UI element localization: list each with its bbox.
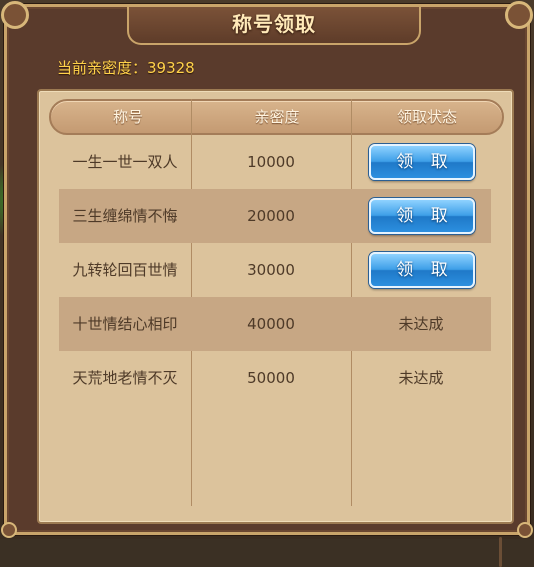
- corner-ornament-icon: [505, 1, 533, 29]
- table-row: 天荒地老情不灭 50000 未达成: [59, 351, 491, 405]
- row-title: 九转轮回百世情: [72, 261, 178, 279]
- row-status-cell: 领 取: [351, 243, 491, 297]
- row-intimacy: 50000: [247, 369, 295, 387]
- table-row: 三生缠绵情不悔 20000 领 取: [59, 189, 491, 243]
- row-status-text: 未达成: [398, 315, 444, 333]
- row-intimacy: 20000: [247, 207, 295, 225]
- row-status-text: 未达成: [398, 369, 444, 387]
- corner-ornament-icon: [1, 522, 17, 538]
- dialog-title: 称号领取: [127, 7, 421, 45]
- table-row: 九转轮回百世情 30000 领 取: [59, 243, 491, 297]
- row-intimacy: 30000: [247, 261, 295, 279]
- row-title: 一生一世一双人: [72, 153, 178, 171]
- row-title: 天荒地老情不灭: [72, 369, 178, 387]
- claim-button[interactable]: 领 取: [369, 144, 475, 180]
- table-row: 一生一世一双人 10000 领 取: [59, 135, 491, 189]
- row-status-cell: 领 取: [351, 135, 491, 189]
- current-intimacy-label: 当前亲密度：39328: [57, 59, 195, 77]
- header-status: 领取状态: [396, 108, 457, 126]
- row-intimacy: 40000: [247, 315, 295, 333]
- corner-ornament-icon: [517, 522, 533, 538]
- titles-table: 称号 亲密度 领取状态 一生一世一双人 10000 领 取 三生缠绵情不悔 20…: [37, 89, 514, 567]
- table-header: 称号 亲密度 领取状态: [49, 99, 504, 135]
- table-row: 十世情结心相印 40000 未达成: [59, 297, 491, 351]
- row-status-cell: 领 取: [351, 189, 491, 243]
- header-title: 称号: [112, 108, 143, 126]
- row-title: 三生缠绵情不悔: [72, 207, 178, 225]
- title-claim-dialog: 称号领取 当前亲密度：39328 称号 亲密度 领取状态 一生一世一双人 100…: [1, 1, 533, 567]
- claim-button[interactable]: 领 取: [369, 252, 475, 288]
- row-intimacy: 10000: [247, 153, 295, 171]
- claim-button[interactable]: 领 取: [369, 198, 475, 234]
- corner-ornament-icon: [1, 1, 29, 29]
- row-title: 十世情结心相印: [72, 315, 178, 333]
- scrollbar[interactable]: [499, 537, 502, 567]
- header-intimacy: 亲密度: [254, 108, 300, 126]
